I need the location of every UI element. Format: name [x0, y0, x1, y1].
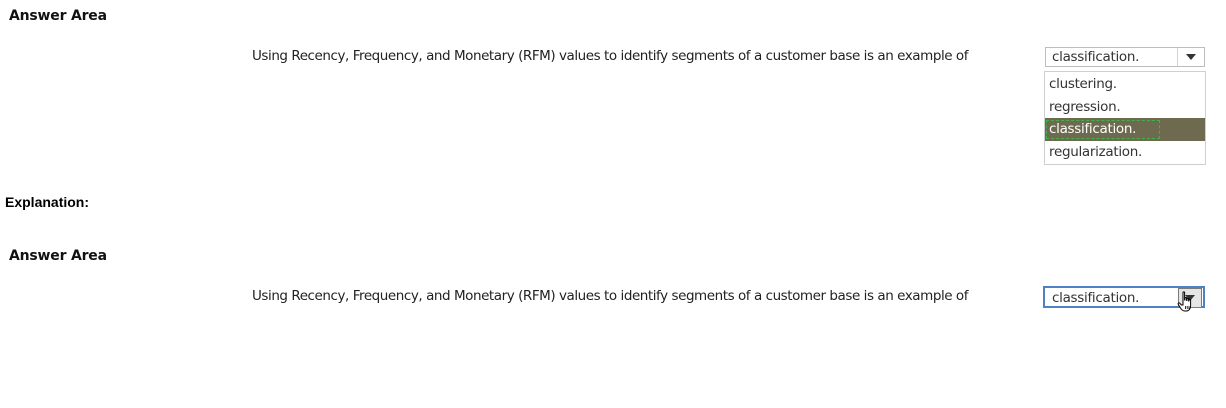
dropdown-option-regularization[interactable]: regularization. [1045, 141, 1205, 164]
hand-pointer-icon [1177, 291, 1192, 312]
explanation-label: Explanation: [5, 194, 90, 210]
dropdown-option-classification[interactable]: classification. [1045, 118, 1205, 141]
question-text: Using Recency, Frequency, and Monetary (… [252, 288, 969, 304]
dropdown-option-regression[interactable]: regression. [1045, 96, 1205, 119]
answer-area-heading: Answer Area [9, 8, 107, 24]
dropdown-selected-value: classification. [1052, 49, 1140, 65]
caret-down-icon [1186, 54, 1196, 60]
answer-area-heading: Answer Area [9, 248, 107, 264]
dropdown-option-clustering[interactable]: clustering. [1045, 73, 1205, 96]
question-text: Using Recency, Frequency, and Monetary (… [252, 48, 969, 64]
answer-dropdown[interactable]: classification. [1045, 47, 1205, 67]
dropdown-selected-value: classification. [1052, 290, 1140, 306]
dropdown-options-list: clustering. regression. classification. … [1044, 71, 1206, 165]
dropdown-toggle-button[interactable] [1177, 48, 1204, 66]
